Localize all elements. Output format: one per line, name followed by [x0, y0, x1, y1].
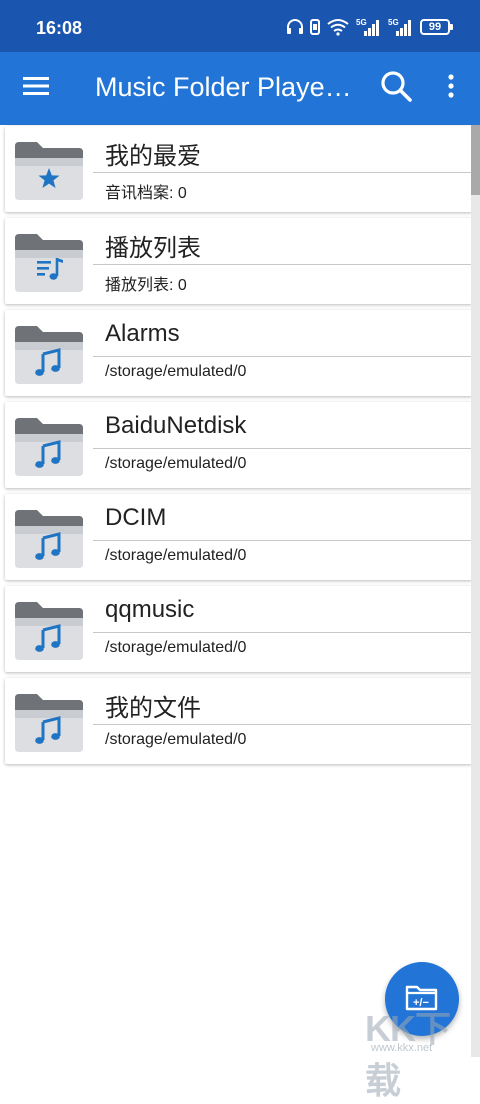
music-folder-icon [13, 692, 85, 754]
search-icon [380, 70, 412, 106]
folder-subtitle: /storage/emulated/0 [105, 363, 247, 380]
status-icons: 5G 5G 99 [286, 16, 453, 38]
app-bar: Music Folder Player Free [0, 52, 480, 125]
svg-text:5G: 5G [356, 18, 367, 27]
folder-card[interactable]: 播放列表播放列表: 0 [5, 218, 472, 304]
svg-text:5G: 5G [388, 18, 399, 27]
more-options-button[interactable] [434, 64, 468, 112]
folder-card[interactable]: DCIM/storage/emulated/0 [5, 494, 472, 580]
music-folder-icon [13, 600, 85, 662]
folder-title: 我的文件 [105, 695, 201, 722]
folder-title: BaiduNetdisk [105, 412, 247, 439]
battery-icon: 99 [420, 19, 453, 35]
divider [93, 724, 472, 725]
app-title: Music Folder Player Free [95, 72, 357, 102]
music-folder-icon [13, 324, 85, 386]
divider [93, 264, 472, 265]
divider [93, 172, 472, 173]
folder-subtitle: /storage/emulated/0 [105, 731, 247, 748]
folder-title: DCIM [105, 504, 167, 531]
folder-card[interactable]: 我的最爱音讯档案: 0 [5, 126, 472, 212]
folder-card[interactable]: qqmusic/storage/emulated/0 [5, 586, 472, 672]
folder-title: 播放列表 [105, 235, 201, 262]
folder-title: Alarms [105, 320, 180, 347]
folder-subtitle: 播放列表: 0 [105, 277, 187, 294]
search-button[interactable] [372, 64, 420, 112]
divider [93, 356, 472, 357]
folder-card[interactable]: BaiduNetdisk/storage/emulated/0 [5, 402, 472, 488]
menu-button[interactable] [12, 64, 60, 112]
cell-signal-1-icon: 5G [356, 17, 382, 37]
folder-subtitle: /storage/emulated/0 [105, 455, 247, 472]
watermark-url: www.kkx.net [371, 1042, 433, 1054]
status-time: 16:08 [36, 18, 83, 38]
folder-subtitle: /storage/emulated/0 [105, 639, 247, 656]
folder-title: qqmusic [105, 596, 195, 623]
folder-subtitle: /storage/emulated/0 [105, 547, 247, 564]
folder-card[interactable]: Alarms/storage/emulated/0 [5, 310, 472, 396]
divider [93, 540, 472, 541]
star-folder-icon [13, 140, 85, 202]
folder-card[interactable]: 我的文件/storage/emulated/0 [5, 678, 472, 764]
playlist-folder-icon [13, 232, 85, 294]
more-vert-icon [448, 74, 454, 102]
folder-subtitle: 音讯档案: 0 [105, 185, 187, 202]
status-bar: 16:08 5G 5G 99 [0, 0, 480, 52]
divider [93, 448, 472, 449]
folder-title: 我的最爱 [105, 143, 201, 170]
hamburger-menu-icon [23, 76, 49, 100]
music-folder-icon [13, 508, 85, 570]
scrollbar-thumb[interactable] [471, 125, 480, 195]
cell-signal-2-icon: 5G [388, 17, 414, 37]
wifi-icon [326, 18, 350, 36]
watermark: KK下载 www.kkx.net [365, 1000, 475, 1101]
scrollbar[interactable] [471, 125, 480, 1057]
divider [93, 632, 472, 633]
headphones-icon [286, 19, 304, 35]
vibrate-icon [310, 19, 320, 35]
music-folder-icon [13, 416, 85, 478]
